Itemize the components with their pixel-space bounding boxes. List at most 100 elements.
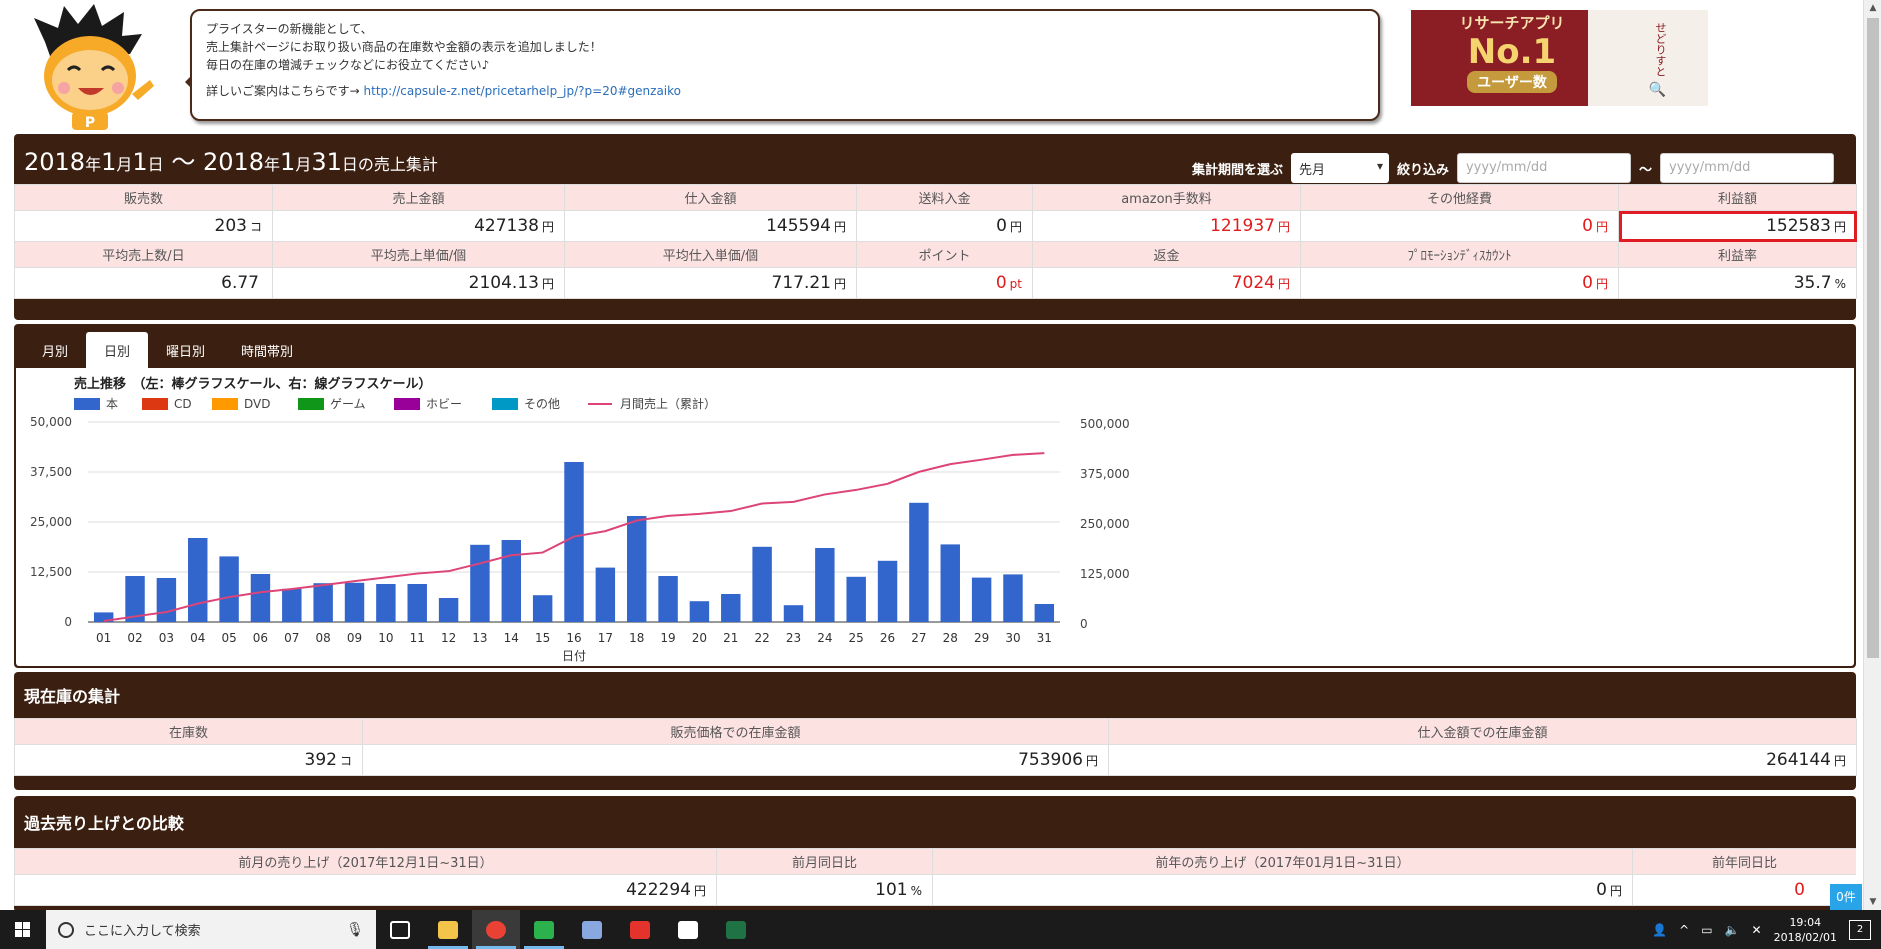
x-tick-label: 25 [849, 631, 864, 645]
bar-day-22 [752, 546, 772, 622]
sales-chart-section: 月別 日別 曜日別 時間帯別 売上推移 （左：棒グラフスケール、右：線グラフスケール）… [14, 324, 1856, 668]
comparison-title: 過去売り上げとの比較 [24, 814, 184, 833]
x-tick-label: 19 [660, 631, 675, 645]
people-icon[interactable]: 👤 [1652, 923, 1667, 937]
line-icon[interactable] [520, 910, 568, 949]
comparison-section: 過去売り上げとの比較 前月の売り上げ（2017年12月1日~31日） 前月同日比前… [14, 796, 1856, 912]
stat-value-cell: 7024 円 [1032, 267, 1301, 299]
research-app-banner[interactable]: リサーチアプリ No.1 ユーザー数 せどりすと 🔍 [1411, 10, 1708, 106]
date-from-input[interactable]: yyyy/mm/dd [1456, 153, 1631, 183]
tab-3[interactable]: 時間帯別 [223, 332, 311, 368]
date-range-tilde: ～ [1638, 162, 1652, 178]
file-explorer-icon[interactable] [424, 910, 472, 949]
chart-tabs: 月別 日別 曜日別 時間帯別 [14, 324, 1856, 368]
legend-swatch [394, 398, 420, 410]
stat-label: ﾌﾟﾛﾓｰｼｮﾝﾃﾞｨｽｶｳﾝﾄ [1300, 241, 1619, 268]
announcement-bubble: プライスターの新機能として、 売上集計ページにお取り扱い商品の在庫数や金額の表示… [185, 9, 1380, 121]
magnifier-icon: 🔍 [1648, 82, 1666, 98]
narrow-label: 絞り込み [1396, 162, 1449, 178]
bar-day-27 [909, 502, 929, 622]
tab-1[interactable]: 日別 [86, 332, 149, 368]
scroll-up-icon[interactable]: ▲ [1864, 0, 1881, 16]
bar-day-24 [815, 548, 835, 622]
y-left-tick: 12,500 [30, 565, 72, 579]
excel-icon-glyph [726, 920, 746, 939]
stat-value: 35.7 [1793, 273, 1832, 293]
bar-day-03 [156, 578, 177, 622]
tab-2[interactable]: 曜日別 [148, 332, 223, 368]
date-to-input[interactable]: yyyy/mm/dd [1660, 153, 1834, 183]
ime-icon[interactable]: ✕ [1752, 923, 1762, 937]
y-right-tick: 500,000 [1080, 417, 1130, 431]
bar-day-25 [846, 576, 866, 622]
banner-line-1: リサーチアプリ [1459, 14, 1565, 32]
stat-unit: 円 [541, 277, 554, 291]
task-view-icon[interactable] [376, 910, 424, 949]
windows-start-icon[interactable] [0, 910, 46, 949]
clock[interactable]: 19:04 2018/02/01 [1774, 915, 1837, 945]
tab-0[interactable]: 月別 [24, 332, 86, 368]
stats-value-row: 203 コ 427138 円 145594 円 0 円 121937 円 0 円 152583 円 [14, 210, 1857, 242]
notification-center-icon[interactable]: 2 [1849, 919, 1871, 940]
comparison-unit: 円 [693, 884, 706, 898]
period-unit: 年 [264, 154, 281, 174]
stat-unit: 円 [833, 277, 846, 291]
taskbar-search-box[interactable]: ここに入力して検索 🎙 [46, 910, 376, 949]
y-right-tick: 125,000 [1080, 567, 1130, 581]
bar-day-16 [564, 462, 584, 622]
period-num: 2018 [24, 147, 86, 176]
stat-value: 717.21 [771, 273, 831, 293]
sales-stats-table: 販売数 売上金額 仕入金額 送料入金 amazon手数料 その他経費 利益額 203 コ 4271… [14, 184, 1857, 299]
stat-value-cell: 0 pt [856, 267, 1033, 299]
chrome-icon[interactable] [472, 910, 520, 949]
bar-day-04 [188, 538, 208, 622]
legend-item: ゲーム [298, 397, 366, 411]
microphone-icon[interactable]: 🎙 [346, 922, 364, 938]
legend-label: 月間売上（累計） [620, 396, 716, 411]
app-icon[interactable] [568, 910, 616, 949]
bar-day-23 [783, 605, 804, 622]
mascot-logo-icon: P [34, 4, 154, 130]
x-tick-label: 23 [786, 631, 801, 645]
legend-item: 月間売上（累計） [588, 396, 716, 411]
legend-label: ゲーム [330, 397, 366, 411]
period-select[interactable]: 先月 [1290, 153, 1389, 183]
task-view-icon-glyph [390, 920, 410, 939]
y-left-tick: 0 [64, 615, 72, 629]
stat-value-cell: 427138 円 [272, 210, 565, 242]
windows-taskbar: ここに入力して検索 🎙 👤 ^ ▭ 🔈 ✕ 19:04 2018/02/01 2 [0, 910, 1881, 949]
comparison-label: 前月同日比 [716, 848, 933, 875]
y-left-tick: 37,500 [30, 465, 72, 479]
stats-value-row: 6.77 2104.13 円 717.21 円 0 pt 7024 円 0 円 35.7% [14, 267, 1857, 299]
x-tick-label: 22 [754, 631, 769, 645]
banner-side-text: せどりすと [1654, 22, 1667, 77]
y-right-tick: 375,000 [1080, 467, 1130, 481]
period-num: 31 [311, 147, 342, 176]
notice-help-link[interactable]: http://capsule-z.net/pricetarhelp_jp/?p=… [364, 84, 681, 98]
line-icon-glyph [534, 920, 554, 939]
sales-trend-chart: 売上推移 （左：棒グラフスケール、右：線グラフスケール） 本 CD DVD ゲーム ホビー… [30, 376, 1130, 663]
tray-chevron-up-icon[interactable]: ^ [1679, 923, 1689, 937]
stat-value-cell: 121937 円 [1032, 210, 1301, 242]
count-badge[interactable]: 0件 [1830, 884, 1862, 910]
page-scrollbar[interactable]: ▲ ▼ [1863, 0, 1881, 910]
scroll-down-icon[interactable]: ▼ [1864, 894, 1881, 910]
book-icon[interactable] [664, 910, 712, 949]
game-icon[interactable] [616, 910, 664, 949]
excel-icon[interactable] [712, 910, 760, 949]
stat-unit: 円 [1277, 220, 1290, 234]
stat-label: 利益率 [1618, 241, 1857, 268]
inventory-value: 753906 [1018, 750, 1083, 770]
bar-day-08 [313, 583, 333, 622]
stat-value-cell: 6.77 [14, 267, 273, 299]
period-num: 1 [280, 147, 296, 176]
stat-value-cell: 0円 [1300, 267, 1619, 299]
bar-day-17 [595, 567, 616, 622]
bar-day-18 [626, 516, 647, 622]
comparison-value-cell: 0 [1632, 874, 1856, 906]
network-icon[interactable]: ▭ [1701, 923, 1712, 937]
y-left-tick: 50,000 [30, 415, 72, 429]
volume-icon[interactable]: 🔈 [1725, 923, 1740, 937]
scrollbar-thumb[interactable] [1867, 18, 1879, 658]
system-tray: 👤 ^ ▭ 🔈 ✕ 19:04 2018/02/01 2 [1652, 915, 1881, 945]
